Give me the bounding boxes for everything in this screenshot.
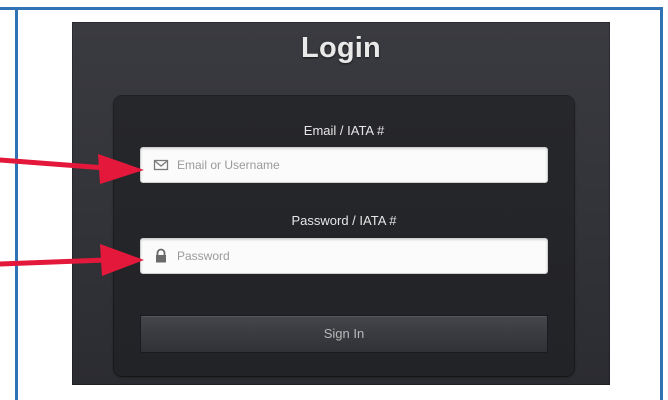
login-form: Email / IATA # Password / IATA # [114, 96, 574, 376]
screenshot-stage: Login Email / IATA # Password / IATA # [0, 0, 668, 400]
email-input[interactable] [177, 148, 537, 182]
email-annotation-arrow-icon [0, 154, 144, 184]
sign-in-button[interactable]: Sign In [140, 315, 548, 353]
email-field[interactable] [140, 147, 548, 183]
password-label: Password / IATA # [291, 213, 397, 228]
lock-icon [153, 248, 169, 264]
frame-border-top [0, 7, 662, 10]
email-label: Email / IATA # [303, 123, 385, 138]
password-annotation-arrow-icon [0, 244, 144, 276]
envelope-icon [153, 157, 169, 173]
login-panel: Login Email / IATA # Password / IATA # [72, 22, 610, 385]
password-input[interactable] [177, 239, 537, 273]
frame-border-left [15, 7, 18, 400]
password-field[interactable] [140, 238, 548, 274]
login-title: Login [301, 32, 381, 64]
frame-border-right [660, 7, 663, 400]
